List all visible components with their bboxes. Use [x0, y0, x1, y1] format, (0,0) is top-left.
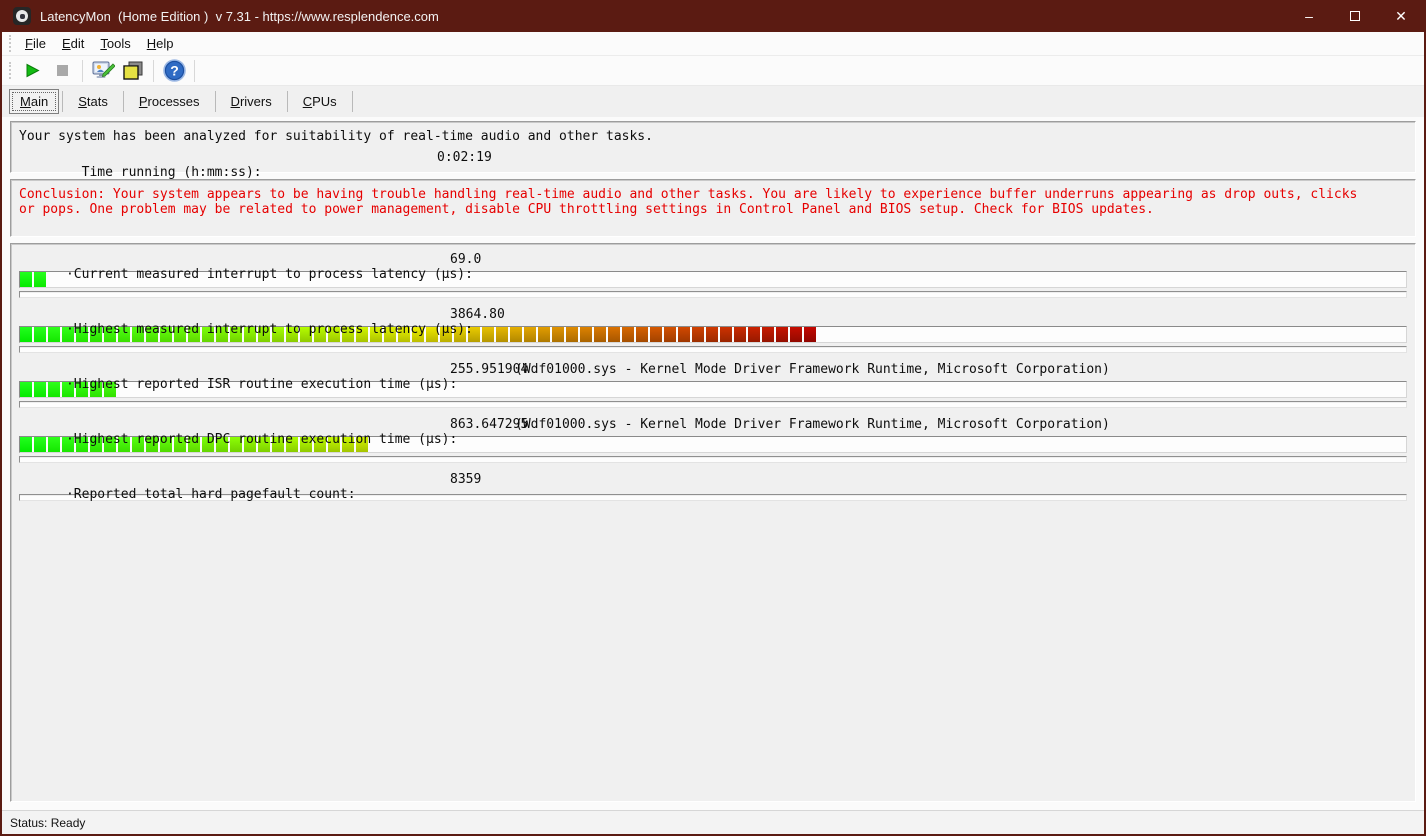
- stat-row: ·Highest measured interrupt to process l…: [19, 307, 1407, 353]
- tab-processes[interactable]: Processes: [127, 90, 212, 113]
- toolbar-separator: [153, 60, 154, 82]
- menu-items: FileEditToolsHelp: [17, 33, 181, 54]
- secondary-level-bar: [19, 346, 1407, 353]
- menu-item-edit[interactable]: Edit: [54, 33, 92, 54]
- copy-report-button[interactable]: [118, 58, 148, 84]
- stop-monitor-button[interactable]: [47, 58, 77, 84]
- stat-label: ·Highest measured interrupt to process l…: [66, 322, 473, 337]
- tab-stats[interactable]: Stats: [66, 90, 120, 113]
- stat-row: ·Reported total hard pagefault count: 83…: [19, 472, 1407, 501]
- edit-options-button[interactable]: [88, 58, 118, 84]
- close-button[interactable]: ✕: [1378, 0, 1424, 32]
- stat-row: ·Highest reported DPC routine execution …: [19, 417, 1407, 463]
- tab-separator: [352, 91, 353, 112]
- toolbar-gripper: [9, 62, 12, 79]
- minimize-button[interactable]: –: [1286, 0, 1332, 32]
- stat-line: ·Highest reported ISR routine execution …: [19, 362, 1407, 381]
- stat-label: ·Current measured interrupt to process l…: [66, 267, 473, 282]
- stat-label: ·Reported total hard pagefault count:: [66, 487, 356, 502]
- status-bar: Status: Ready: [2, 810, 1424, 834]
- menu-item-file[interactable]: File: [17, 33, 54, 54]
- stat-value: 8359: [450, 472, 481, 487]
- toolbar-separator: [82, 60, 83, 82]
- stat-line: ·Highest measured interrupt to process l…: [19, 307, 1407, 326]
- stat-detail: (Wdf01000.sys - Kernel Mode Driver Frame…: [515, 417, 1110, 432]
- tab-drivers[interactable]: Drivers: [219, 90, 284, 113]
- secondary-level-bar: [19, 401, 1407, 408]
- tab-separator: [215, 91, 216, 112]
- app-icon: [13, 7, 31, 25]
- help-button[interactable]: ?: [159, 58, 189, 84]
- toolbar: ?: [2, 56, 1424, 86]
- tab-separator: [62, 91, 63, 112]
- maximize-icon: [1350, 11, 1360, 21]
- stat-row: ·Highest reported ISR routine execution …: [19, 362, 1407, 408]
- conclusion-text-line: Conclusion: Your system appears to be ha…: [19, 188, 1407, 203]
- play-icon: [25, 63, 40, 78]
- menu-bar: FileEditToolsHelp: [2, 32, 1424, 56]
- stop-icon: [57, 65, 68, 76]
- stat-line: ·Highest reported DPC routine execution …: [19, 417, 1407, 436]
- help-question-icon: ?: [163, 59, 186, 82]
- main-content: Your system has been analyzed for suitab…: [2, 117, 1424, 810]
- copy-pages-icon: [122, 60, 144, 82]
- svg-text:?: ?: [170, 63, 179, 79]
- menu-item-tools[interactable]: Tools: [92, 33, 138, 54]
- time-running-line: Time running (h:mm:ss): 0:02:19: [19, 150, 1407, 171]
- secondary-level-bar: [19, 456, 1407, 463]
- menu-item-help[interactable]: Help: [139, 33, 182, 54]
- stats-panel: ·Current measured interrupt to process l…: [10, 243, 1416, 802]
- analysis-summary-text: Your system has been analyzed for suitab…: [19, 129, 1407, 150]
- stat-value: 3864.80: [450, 307, 505, 322]
- tab-cpus[interactable]: CPUs: [291, 90, 349, 113]
- stat-value: 69.0: [450, 252, 481, 267]
- stat-line: ·Reported total hard pagefault count: 83…: [19, 472, 1407, 491]
- start-monitor-button[interactable]: [17, 58, 47, 84]
- stat-line: ·Current measured interrupt to process l…: [19, 252, 1407, 271]
- secondary-level-bar: [19, 291, 1407, 298]
- status-text: Status: Ready: [10, 816, 85, 830]
- time-running-value: 0:02:19: [437, 150, 492, 165]
- window-title: LatencyMon (Home Edition ) v 7.31 - http…: [40, 9, 439, 24]
- title-bar: LatencyMon (Home Edition ) v 7.31 - http…: [2, 0, 1424, 32]
- stat-detail: (Wdf01000.sys - Kernel Mode Driver Frame…: [515, 362, 1110, 377]
- tab-separator: [123, 91, 124, 112]
- stat-label: ·Highest reported ISR routine execution …: [66, 377, 457, 392]
- conclusion-text-line: or pops. One problem may be related to p…: [19, 203, 1407, 218]
- maximize-button[interactable]: [1332, 0, 1378, 32]
- latencymon-window: LatencyMon (Home Edition ) v 7.31 - http…: [0, 0, 1426, 836]
- conclusion-panel: Conclusion: Your system appears to be ha…: [10, 179, 1416, 237]
- stat-label: ·Highest reported DPC routine execution …: [66, 432, 457, 447]
- tab-separator: [287, 91, 288, 112]
- options-monitor-icon: [91, 60, 115, 82]
- toolbar-separator: [194, 60, 195, 82]
- menu-gripper: [9, 35, 12, 52]
- tab-bar: Main Stats Processes Drivers CPUs: [2, 86, 1424, 117]
- tab-main[interactable]: Main: [9, 89, 59, 114]
- stat-row: ·Current measured interrupt to process l…: [19, 252, 1407, 298]
- time-running-label: Time running (h:mm:ss):: [82, 165, 262, 180]
- analysis-summary-panel: Your system has been analyzed for suitab…: [10, 121, 1416, 173]
